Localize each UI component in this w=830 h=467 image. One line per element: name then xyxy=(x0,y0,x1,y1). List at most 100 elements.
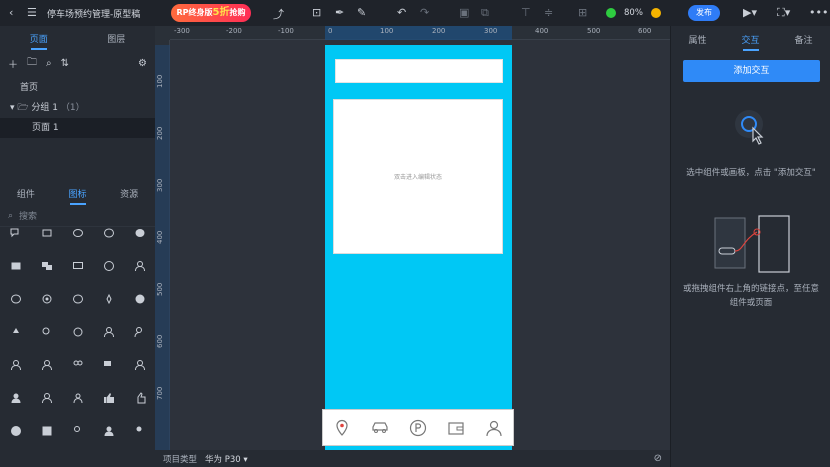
chat-dots-icon[interactable] xyxy=(62,249,93,282)
page-settings-icon[interactable]: ⚙ xyxy=(138,58,147,69)
user-line-icon[interactable] xyxy=(31,381,62,414)
ungroup-icon[interactable]: ⧉ xyxy=(481,6,489,20)
wallet-icon[interactable] xyxy=(447,419,465,437)
publish-button[interactable]: 发布 xyxy=(688,5,720,21)
thumbs-up-filled-icon[interactable] xyxy=(93,381,124,414)
profile-icon[interactable] xyxy=(485,419,503,437)
distribute-icon[interactable]: ⊞ xyxy=(578,6,587,19)
ruler-top-tick: -100 xyxy=(278,27,294,35)
card-placeholder-text: 双击进入编辑状态 xyxy=(393,174,442,181)
car-icon[interactable] xyxy=(371,419,389,437)
menu-icon[interactable]: ☰ xyxy=(27,6,37,19)
device-select[interactable]: 华为 P30 ▾ xyxy=(205,453,248,465)
tab-resources[interactable]: 资源 xyxy=(103,187,155,200)
user-group-icon[interactable] xyxy=(124,282,155,315)
ruler-top-tick: -300 xyxy=(174,27,190,35)
tab-icons[interactable]: 图标 xyxy=(52,187,104,205)
search-icon[interactable]: ⌕ xyxy=(46,58,52,69)
preview-icon[interactable]: ▶▾ xyxy=(743,6,757,19)
message-stack-icon[interactable] xyxy=(31,216,62,249)
content-card-widget[interactable]: 双击进入编辑状态 xyxy=(333,99,503,254)
ruler-left-tick: 500 xyxy=(156,282,164,296)
top-toolbar: ‹ ☰ 停车场预约管理-原型稿 RP终身版5折抢购 ⤴ ⊡ ✒ ✎ ↶ ↷ ▣ … xyxy=(0,0,830,26)
align-top-icon[interactable]: ⊤ xyxy=(521,6,531,19)
tab-pages[interactable]: 页面 xyxy=(0,32,78,50)
zoom-level[interactable]: 80% xyxy=(624,8,643,18)
zoom-in-button[interactable] xyxy=(651,8,661,18)
pen-icon[interactable]: ✒ xyxy=(335,6,344,19)
person-filled-icon[interactable] xyxy=(93,414,124,447)
location-pin-icon[interactable] xyxy=(333,419,351,437)
sort-icon[interactable]: ⇅ xyxy=(61,58,69,69)
page-item-1[interactable]: 页面 1 xyxy=(0,118,155,138)
comment-filled-icon[interactable] xyxy=(124,216,155,249)
design-canvas[interactable]: 双击进入编辑状态 xyxy=(170,40,670,450)
contact-card-icon[interactable] xyxy=(31,414,62,447)
ruler-left-tick: 100 xyxy=(156,74,164,88)
ruler-left-tick: 700 xyxy=(156,386,164,400)
add-page-icon[interactable]: ＋ xyxy=(8,56,18,71)
comment-icon[interactable] xyxy=(93,216,124,249)
add-interaction-button[interactable]: 添加交互 xyxy=(683,60,820,82)
hint-select-component: 选中组件或画板，点击 "添加交互" xyxy=(686,168,816,178)
chat-icon[interactable] xyxy=(62,216,93,249)
parking-icon[interactable] xyxy=(409,419,427,437)
undo-icon[interactable]: ↶ xyxy=(397,6,406,19)
click-target-icon xyxy=(735,110,764,145)
conversation-icon[interactable] xyxy=(31,249,62,282)
group-icon[interactable]: ▣ xyxy=(459,6,469,19)
tab-components[interactable]: 组件 xyxy=(0,187,52,200)
chat-group-icon[interactable] xyxy=(93,348,124,381)
redo-icon[interactable]: ↷ xyxy=(420,6,429,19)
user-circle-icon[interactable] xyxy=(0,414,31,447)
user-icon[interactable] xyxy=(93,315,124,348)
back-icon[interactable]: ‹ xyxy=(9,6,13,19)
user-alt-icon[interactable] xyxy=(0,348,31,381)
align-middle-icon[interactable]: ≑ xyxy=(544,6,553,19)
user-add-icon[interactable] xyxy=(124,315,155,348)
chat-bubbles-icon[interactable] xyxy=(0,216,31,249)
user-slim-icon[interactable] xyxy=(62,381,93,414)
chat-smile-icon[interactable] xyxy=(0,282,31,315)
tab-properties[interactable]: 属性 xyxy=(671,33,724,46)
promo-banner[interactable]: RP终身版5折抢购 xyxy=(171,4,251,22)
person-add-icon[interactable] xyxy=(124,414,155,447)
tab-notes[interactable]: 备注 xyxy=(777,33,830,46)
chat-round-icon[interactable] xyxy=(93,249,124,282)
ruler-left-tick: 200 xyxy=(156,126,164,140)
bottom-nav-widget[interactable] xyxy=(322,409,514,446)
document-title[interactable]: 停车场预约管理-原型稿 xyxy=(47,7,140,20)
user-outline-icon[interactable] xyxy=(124,249,155,282)
chat-heart-icon[interactable] xyxy=(62,282,93,315)
page-item-home[interactable]: 首页 xyxy=(0,78,155,98)
frame-add-icon[interactable]: ⊡ xyxy=(312,6,321,19)
user-filled-icon[interactable] xyxy=(0,381,31,414)
connector-icon[interactable]: ⤴ xyxy=(273,6,284,22)
device-name: 华为 P30 xyxy=(205,454,241,465)
team-icon[interactable] xyxy=(62,348,93,381)
tab-layers[interactable]: 图层 xyxy=(78,32,156,45)
add-folder-icon[interactable]: 🗀 xyxy=(27,55,37,72)
artboard-phone[interactable]: 双击进入编辑状态 xyxy=(325,45,512,450)
group-item[interactable]: ▾ 🗁 分组 1 （1） xyxy=(0,98,155,118)
zoom-out-button[interactable] xyxy=(606,8,616,18)
user-plain-icon[interactable] xyxy=(31,348,62,381)
users-icon[interactable] xyxy=(31,315,62,348)
more-icon[interactable]: ••• xyxy=(809,6,828,19)
search-field-widget[interactable] xyxy=(335,59,503,83)
compass-icon[interactable]: ⊘ xyxy=(654,453,662,464)
gear-flower-icon[interactable] xyxy=(31,282,62,315)
users-outline-icon[interactable] xyxy=(62,414,93,447)
chat-user-icon[interactable] xyxy=(62,315,93,348)
user-settings-icon[interactable] xyxy=(124,348,155,381)
ruler-top-tick: 100 xyxy=(380,27,394,35)
ruler-top-tick: -200 xyxy=(226,27,242,35)
message-filled-icon[interactable] xyxy=(0,249,31,282)
lotus-filled-icon[interactable] xyxy=(0,315,31,348)
fullscreen-icon[interactable]: ⛶▾ xyxy=(777,6,790,20)
ruler-top-tick: 200 xyxy=(432,27,446,35)
pencil-icon[interactable]: ✎ xyxy=(357,6,366,19)
lotus-icon[interactable] xyxy=(93,282,124,315)
thumbs-up-icon[interactable] xyxy=(124,381,155,414)
tab-interactions[interactable]: 交互 xyxy=(724,33,777,51)
